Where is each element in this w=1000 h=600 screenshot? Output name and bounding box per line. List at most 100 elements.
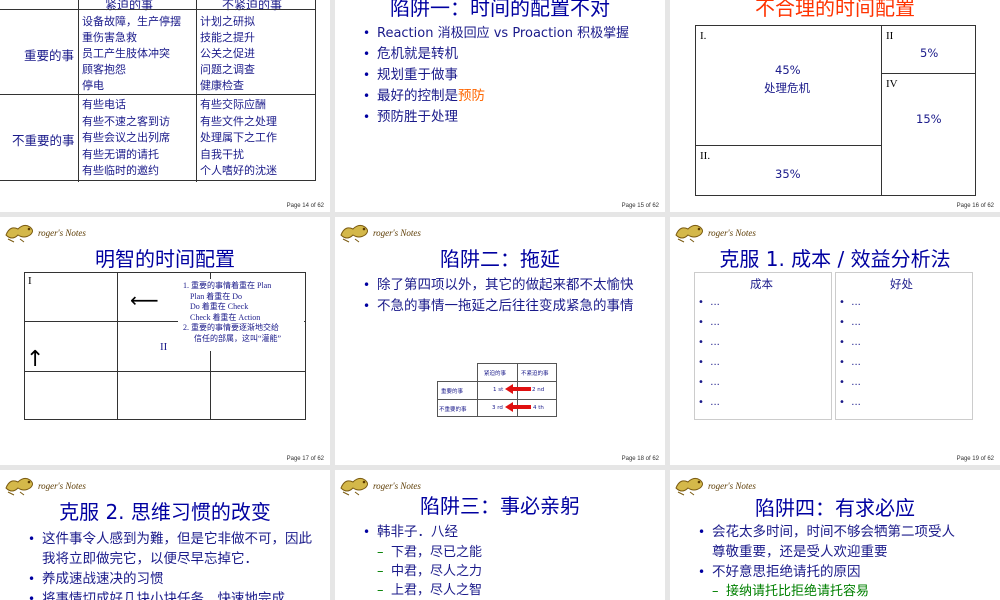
slide-17[interactable]: roger's Notes 明智的时间配置 I II ⟵ ↑ 1. 重要的事情着… xyxy=(0,217,330,465)
bullet-item: 最好的控制是预防 xyxy=(363,86,629,107)
list-item: 员工产生肢体冲突 xyxy=(82,47,170,60)
list-item: • ... xyxy=(698,377,720,388)
mini-1st: 1 st xyxy=(493,387,504,393)
bullet-item: 韩非子．八经 xyxy=(363,522,458,543)
row-label-not-important: 不重要的事 xyxy=(12,133,75,148)
highlight-text: 预防 xyxy=(458,88,485,104)
quadrant-3-list: 有些电话 有些不速之客到访 有些会议之出列席 有些无谓的请托 有些临时的邀约 xyxy=(82,97,170,180)
q3-label: II. xyxy=(700,150,711,162)
dragon-icon xyxy=(340,224,368,243)
mini-row-not-important: 不重要的事 xyxy=(439,407,467,413)
bullet-item: 会花太多时间，时间不够会牺第二项受人尊敬重要，还是受人欢迎重要 xyxy=(698,522,968,562)
list-item: 自我干扰 xyxy=(200,147,244,161)
list-item: • ... xyxy=(839,377,861,388)
benefit-list: • ... • ... • ... • ... • ... • ... xyxy=(839,293,861,413)
slide-16[interactable]: 不合理的时间配置 I. 45% 处理危机 II 5% IV 15% II. 35… xyxy=(670,0,1000,212)
bullet-item: 不好意思拒绝请托的原因 xyxy=(698,562,968,582)
notes-text: 1. 重要的事情着重在 Plan Plan 着重在 Do Do 着重在 Chec… xyxy=(183,281,281,344)
page-number: Page 16 of 62 xyxy=(956,203,994,209)
slide-19[interactable]: roger's Notes 克服 1. 成本 / 效益分析法 成本 好处 • .… xyxy=(670,217,1000,465)
bullet-item: 危机就是转机 xyxy=(363,44,629,65)
slide-title: 不合理的时间配置 xyxy=(755,0,915,20)
sub-item: 中君，尽人之力 xyxy=(377,562,482,581)
list-item: 有些不速之客到访 xyxy=(82,114,170,128)
q3-percent: 35% xyxy=(775,167,801,181)
slide-title: 陷阱四：有求必应 xyxy=(755,496,915,520)
list-item: 顾客抱怨 xyxy=(82,63,126,76)
red-arrow-icon xyxy=(505,384,531,394)
bullet-list: 韩非子．八经 xyxy=(363,522,458,543)
mini-4th: 4 th xyxy=(533,405,544,411)
bullet-list: Reaction 消极回应 vs Proaction 积极掌握 危机就是转机 规… xyxy=(363,23,629,128)
bullet-item: 除了第四项以外，其它的做起来都不太愉快 xyxy=(363,275,641,296)
matrix-hline xyxy=(0,94,316,95)
q1-text: 处理危机 xyxy=(764,81,810,95)
list-item: • ... xyxy=(839,357,861,368)
list-item: 问题之调查 xyxy=(200,63,255,76)
list-item: 健康检查 xyxy=(200,79,244,92)
note-line: 1. 重要的事情着重在 Plan xyxy=(183,281,272,290)
list-item: • ... xyxy=(698,317,720,328)
list-item: 有些无谓的请托 xyxy=(82,147,159,161)
dragon-icon xyxy=(5,224,33,243)
bullet-item: 不急的事情一拖延之后往往变成紧急的事情 xyxy=(363,296,641,317)
q1-percent: 45% xyxy=(775,63,801,77)
list-item: • ... xyxy=(698,397,720,408)
bullet-item: 将事情切成好几块小块任务，快速地完成 xyxy=(28,589,318,600)
slide-18[interactable]: roger's Notes 陷阱二：拖延 除了第四项以外，其它的做起来都不太愉快… xyxy=(335,217,665,465)
mini-header-not-urgent: 不紧迫的事 xyxy=(521,371,549,377)
list-item: 重伤害急救 xyxy=(82,31,137,44)
bullet-text: 最好的控制是 xyxy=(377,88,458,104)
list-item: 公关之促进 xyxy=(200,47,255,60)
note-line: Check 着重在 Action xyxy=(190,312,261,322)
list-item: 技能之提升 xyxy=(200,31,255,44)
list-item: • ... xyxy=(698,357,720,368)
q2-label: II xyxy=(886,30,894,42)
matrix-hline-2 xyxy=(24,371,306,372)
page-number: Page 19 of 62 xyxy=(956,456,994,462)
quadrant-4 xyxy=(881,73,976,196)
page-number: Page 17 of 62 xyxy=(286,456,324,462)
note-line: 2. 重要的事情要逐渐地交给 xyxy=(183,323,279,332)
list-item: • ... xyxy=(698,297,720,308)
bullet-item: 预防胜于处理 xyxy=(363,107,629,128)
bullet-list: 这件事令人感到为難，但是它非做不可，因此我将立即做完它，以便尽早忘掉它． 养成速… xyxy=(28,529,318,600)
list-item: 有些会议之出列席 xyxy=(82,131,170,144)
matrix-vline-1 xyxy=(78,0,79,182)
list-item: • ... xyxy=(839,317,861,328)
slide-22[interactable]: roger's Notes 陷阱四：有求必应 会花太多时间，时间不够会牺第二项受… xyxy=(670,470,1000,600)
quadrant-1-list: 设备故障，生产停摆 重伤害急救 员工产生肢体冲突 顾客抱怨 停电 xyxy=(82,14,181,94)
sub-list: 接纳请托比拒绝请托容易 xyxy=(712,582,869,600)
mini-header-urgent: 紧迫的事 xyxy=(484,371,507,377)
sub-list: 下君，尽已之能 中君，尽人之力 上君，尽人之智 xyxy=(377,543,482,600)
mini-2nd: 2 nd xyxy=(532,387,545,393)
bullet-item: 这件事令人感到为難，但是它非做不可，因此我将立即做完它，以便尽早忘掉它． xyxy=(28,529,318,569)
bullet-item: Reaction 消极回应 vs Proaction 积极掌握 xyxy=(363,23,629,44)
list-item: 有些交际应酬 xyxy=(200,98,266,111)
page-number: Page 15 of 62 xyxy=(621,203,659,209)
logo-text: roger's Notes xyxy=(38,228,86,238)
bullet-list: 会花太多时间，时间不够会牺第二项受人尊敬重要，还是受人欢迎重要 不好意思拒绝请托… xyxy=(698,522,968,582)
logo-text: roger's Notes xyxy=(373,228,421,238)
slide-21[interactable]: roger's Notes 陷阱三：事必亲躬 韩非子．八经 下君，尽已之能 中君… xyxy=(335,470,665,600)
dragon-icon xyxy=(675,224,703,243)
q4-percent: 15% xyxy=(916,112,942,126)
cost-list: • ... • ... • ... • ... • ... • ... xyxy=(698,293,720,413)
list-item: 处理属下之工作 xyxy=(200,131,277,144)
slide-20[interactable]: roger's Notes 克服 2. 思维习惯的改变 这件事令人感到为難，但是… xyxy=(0,470,330,600)
list-item: 有些临时的邀约 xyxy=(82,164,159,177)
bullet-item: 规划重于做事 xyxy=(363,65,629,86)
slide-14[interactable]: 紧迫的事 不紧迫的事 重要的事 不重要的事 设备故障，生产停摆 重伤害急救 员工… xyxy=(0,0,330,212)
slide-title: 克服 1. 成本 / 效益分析法 xyxy=(719,247,951,271)
slide-15[interactable]: 陷阱一：时间的配置不对 Reaction 消极回应 vs Proaction 积… xyxy=(335,0,665,212)
sub-item: 接纳请托比拒绝请托容易 xyxy=(712,582,869,600)
note-line: 信任的部属，这叫“灌能” xyxy=(194,333,282,343)
page-number: Page 18 of 62 xyxy=(621,456,659,462)
list-item: 设备故障，生产停摆 xyxy=(82,15,181,28)
note-line: Do 着重在 Check xyxy=(190,302,249,311)
red-arrow-icon xyxy=(505,402,531,412)
quadrant-2-list: 计划之研拟 技能之提升 公关之促进 问题之调查 健康检查 xyxy=(200,14,255,94)
mini-row-important: 重要的事 xyxy=(441,389,464,395)
slide-title: 明智的时间配置 xyxy=(95,247,235,271)
page-number: Page 14 of 62 xyxy=(286,203,324,209)
